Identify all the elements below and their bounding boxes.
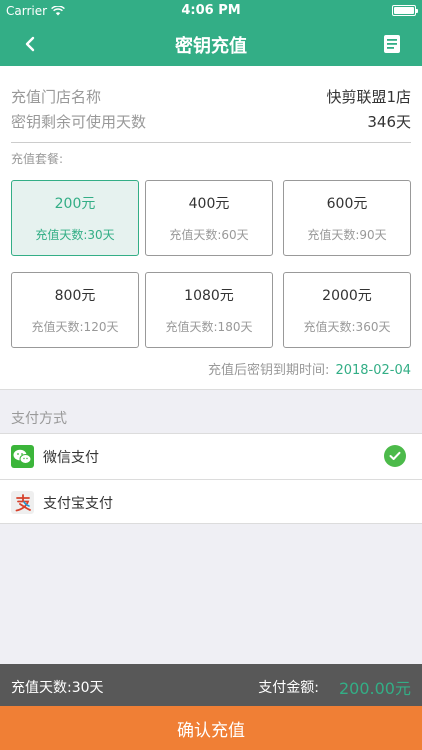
plan-days: 充值天数:180天 <box>165 320 253 334</box>
plan-days: 充值天数:120天 <box>31 320 119 334</box>
plan-price: 200元 <box>54 196 96 212</box>
plan-price: 600元 <box>326 196 368 212</box>
payment-method-label: 支付方式 <box>11 411 67 427</box>
plan-days: 充值天数:360天 <box>303 320 391 334</box>
battery-fill <box>394 7 414 14</box>
payment-method-list: 微信支付 支付宝支付 <box>0 433 422 524</box>
records-button[interactable] <box>378 30 406 58</box>
page-title: 密钥充值 <box>175 36 247 57</box>
nav-bar: 密钥充值 <box>0 22 422 66</box>
info-divider <box>11 142 411 143</box>
summary-amount: 支付金额: 200.00元 <box>258 675 411 699</box>
payment-option-wechat[interactable]: 微信支付 <box>0 434 422 479</box>
remaining-days-row: 密钥剩余可使用天数 346天 <box>11 109 411 133</box>
payment-summary-bar: 充值天数:30天 支付金额: 200.00元 <box>0 664 422 706</box>
plan-card-2000[interactable]: 2000元 充值天数:360天 <box>283 272 411 348</box>
plan-price: 1080元 <box>184 288 234 304</box>
plan-card-200[interactable]: 200元 充值天数:30天 <box>11 180 139 256</box>
battery-icon <box>392 5 418 16</box>
expiry-label: 充值后密钥到期时间: <box>208 363 330 378</box>
plan-days: 充值天数:60天 <box>169 228 249 242</box>
plan-card-1080[interactable]: 1080元 充值天数:180天 <box>145 272 273 348</box>
alipay-icon <box>11 491 34 514</box>
amount-value: 200.00元 <box>339 679 411 698</box>
plan-price: 2000元 <box>322 288 372 304</box>
app-header: Carrier 4:06 PM 密钥充值 <box>0 0 422 66</box>
confirm-recharge-button[interactable]: 确认充值 <box>0 706 422 750</box>
document-list-icon <box>384 35 400 53</box>
wechat-icon <box>11 445 34 468</box>
plan-card-800[interactable]: 800元 充值天数:120天 <box>11 272 139 348</box>
store-label: 充值门店名称 <box>11 87 102 106</box>
expiry-date: 2018-02-04 <box>335 363 411 378</box>
plan-price: 800元 <box>54 288 96 304</box>
expiry-info: 充值后密钥到期时间: 2018-02-04 <box>208 359 411 378</box>
status-bar: Carrier 4:06 PM <box>0 0 422 22</box>
amount-label: 支付金额: <box>258 680 319 696</box>
plan-price: 400元 <box>188 196 230 212</box>
payment-option-name: 微信支付 <box>43 450 99 466</box>
payment-option-alipay[interactable]: 支付宝支付 <box>0 479 422 524</box>
store-row: 充值门店名称 快剪联盟1店 <box>11 84 411 108</box>
plan-card-400[interactable]: 400元 充值天数:60天 <box>145 180 273 256</box>
remaining-days-value: 346天 <box>367 112 411 131</box>
check-circle-icon <box>384 445 406 467</box>
plan-days: 充值天数:90天 <box>307 228 387 242</box>
store-value: 快剪联盟1店 <box>326 87 411 106</box>
plan-card-600[interactable]: 600元 充值天数:90天 <box>283 180 411 256</box>
status-time: 4:06 PM <box>181 3 241 18</box>
recharge-info-section: 充值门店名称 快剪联盟1店 密钥剩余可使用天数 346天 充值套餐: 200元 … <box>0 66 422 390</box>
summary-days: 充值天数:30天 <box>11 680 104 696</box>
plan-days: 充值天数:30天 <box>35 228 115 242</box>
payment-option-name: 支付宝支付 <box>43 496 113 512</box>
remaining-days-label: 密钥剩余可使用天数 <box>11 112 147 131</box>
plans-label: 充值套餐: <box>11 152 64 166</box>
